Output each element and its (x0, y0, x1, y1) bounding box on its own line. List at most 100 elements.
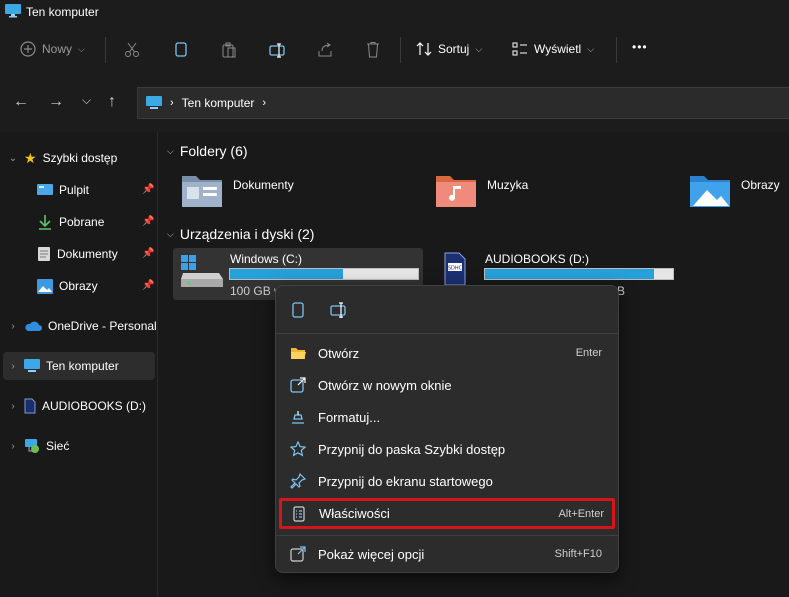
menu-item-show-more-options[interactable]: Pokaż więcej opcji Shift+F10 (280, 539, 614, 569)
rename-icon[interactable] (330, 302, 348, 318)
menu-item-pin-quick-access[interactable]: Przypnij do paska Szybki dostęp (280, 434, 614, 464)
sidebar-item-downloads[interactable]: Pobrane (37, 208, 104, 236)
star-icon (290, 441, 306, 457)
command-bar: Nowy ⌵ Sortuj ⌵ Wyświetl ⌵ ••• (0, 26, 789, 74)
up-arrow-icon[interactable]: ↑ (108, 93, 116, 111)
drives-section-header[interactable]: ⌵ Urządzenia i dyski (2) (167, 226, 314, 242)
context-menu: Otwórz Enter Otwórz w nowym oknie Format… (275, 285, 619, 573)
sidebar-item-network[interactable]: › Sieć (8, 432, 69, 460)
sidebar-item-quick-access[interactable]: ⌄ ★ Szybki dostęp (8, 144, 117, 172)
divider (105, 37, 106, 63)
menu-item-open[interactable]: Otwórz Enter (280, 338, 614, 368)
menu-item-label: Formatuj... (318, 409, 381, 425)
sidebar-item-label: OneDrive - Personal (48, 319, 157, 333)
more-options-button[interactable]: ••• (632, 40, 648, 54)
menu-item-label: Otwórz (318, 345, 360, 361)
pin-icon: 📌 (142, 280, 155, 291)
svg-text:SDHC: SDHC (448, 266, 463, 272)
sidebar-item-pictures[interactable]: Obrazy (37, 272, 98, 300)
menu-item-label: Przypnij do ekranu startowego (318, 473, 493, 489)
back-arrow-icon[interactable]: ← (13, 93, 29, 111)
breadcrumb-separator-icon: › (170, 97, 174, 109)
folder-music[interactable]: Muzyka (435, 172, 528, 208)
computer-icon (146, 96, 162, 109)
pictures-icon (37, 278, 53, 294)
drive-usage-bar (484, 268, 674, 280)
folder-documents[interactable]: Dokumenty (181, 172, 294, 208)
cut-icon[interactable] (124, 42, 140, 58)
sidebar-item-label: AUDIOBOOKS (D:) (42, 399, 147, 413)
pin-icon: 📌 (142, 184, 155, 195)
folders-header-label: Foldery (6) (179, 143, 248, 159)
share-icon[interactable] (317, 42, 333, 58)
menu-item-label: Otwórz w nowym oknie (318, 377, 452, 393)
folder-open-icon (291, 348, 306, 359)
sidebar-item-onedrive[interactable]: › OneDrive - Personal (8, 312, 157, 340)
new-button[interactable]: Nowy ⌵ (20, 41, 85, 57)
navigation-pane: ⌄ ★ Szybki dostęp Pulpit 📌 Pobrane 📌 Dok… (0, 132, 158, 597)
network-icon (25, 439, 39, 453)
chevron-right-icon[interactable]: › (8, 321, 18, 332)
sort-button[interactable]: Sortuj ⌵ (416, 41, 482, 57)
chevron-down-icon: ⌵ (587, 43, 595, 54)
sidebar-item-desktop[interactable]: Pulpit (37, 176, 89, 204)
menu-item-properties[interactable]: Właściwości Alt+Enter (279, 498, 615, 529)
menu-item-shortcut: Alt+Enter (558, 507, 604, 520)
drive-name: Windows (C:) (230, 252, 303, 266)
menu-item-pin-start[interactable]: Przypnij do ekranu startowego (280, 466, 614, 496)
folder-label: Obrazy (741, 178, 780, 192)
folders-section-header[interactable]: ⌵ Foldery (6) (167, 143, 248, 159)
document-icon (38, 247, 50, 261)
sidebar-item-audiobooks[interactable]: › AUDIOBOOKS (D:) (8, 392, 146, 420)
computer-icon (5, 4, 21, 18)
sidebar-item-label: Szybki dostęp (42, 151, 118, 165)
computer-icon (24, 359, 40, 372)
menu-item-shortcut: Enter (575, 347, 602, 359)
sidebar-item-this-pc[interactable]: › Ten komputer (3, 352, 155, 380)
sidebar-item-label: Ten komputer (46, 359, 119, 373)
menu-item-label: Przypnij do paska Szybki dostęp (318, 441, 506, 457)
new-button-label: Nowy (42, 42, 73, 56)
sd-card-icon: SDHC (444, 252, 466, 286)
menu-item-format[interactable]: Formatuj... (280, 402, 614, 432)
chevron-right-icon[interactable]: › (8, 441, 18, 452)
drive-name: AUDIOBOOKS (D:) (485, 252, 590, 266)
menu-item-shortcut: Shift+F10 (554, 548, 602, 560)
windows-drive-icon (181, 255, 223, 287)
breadcrumb-this-pc[interactable]: Ten komputer (182, 96, 255, 110)
view-button[interactable]: Wyświetl ⌵ (512, 41, 594, 57)
folder-label: Dokumenty (233, 178, 294, 192)
chevron-right-icon[interactable]: › (8, 401, 18, 412)
chevron-down-icon[interactable]: ⌵ (167, 229, 174, 240)
folder-label: Muzyka (487, 178, 529, 192)
copy-icon[interactable] (173, 42, 189, 58)
format-icon (292, 411, 304, 424)
chevron-down-icon[interactable]: ⌵ (167, 146, 174, 157)
delete-icon[interactable] (365, 41, 381, 58)
window-title: Ten komputer (26, 5, 99, 19)
folder-pictures[interactable]: Obrazy (689, 172, 780, 208)
paste-icon[interactable] (221, 42, 237, 58)
forward-arrow-icon[interactable]: → (48, 93, 64, 111)
properties-icon (293, 506, 305, 522)
breadcrumb-separator-icon[interactable]: › (262, 97, 266, 109)
address-bar[interactable]: › Ten komputer › (137, 87, 789, 119)
drives-header-label: Urządzenia i dyski (2) (179, 226, 315, 242)
chevron-down-icon[interactable]: ⌄ (8, 153, 18, 164)
sidebar-item-documents[interactable]: Dokumenty (37, 240, 118, 268)
drive-usage-fill (230, 269, 343, 279)
sort-button-label: Sortuj (438, 42, 470, 56)
recent-locations-chevron-icon[interactable]: ⌵ (82, 93, 91, 108)
menu-item-open-new-window[interactable]: Otwórz w nowym oknie (280, 370, 614, 400)
chevron-right-icon[interactable]: › (8, 361, 18, 372)
documents-folder-icon (182, 176, 222, 207)
music-folder-icon (436, 176, 476, 207)
chevron-down-icon: ⌵ (78, 43, 85, 54)
rename-icon[interactable] (269, 42, 285, 58)
view-icon (512, 42, 527, 56)
cloud-icon (25, 321, 42, 331)
title-bar: Ten komputer (0, 0, 789, 26)
menu-item-label: Właściwości (319, 506, 390, 521)
sidebar-item-label: Pobrane (59, 215, 105, 229)
copy-icon[interactable] (291, 302, 305, 318)
